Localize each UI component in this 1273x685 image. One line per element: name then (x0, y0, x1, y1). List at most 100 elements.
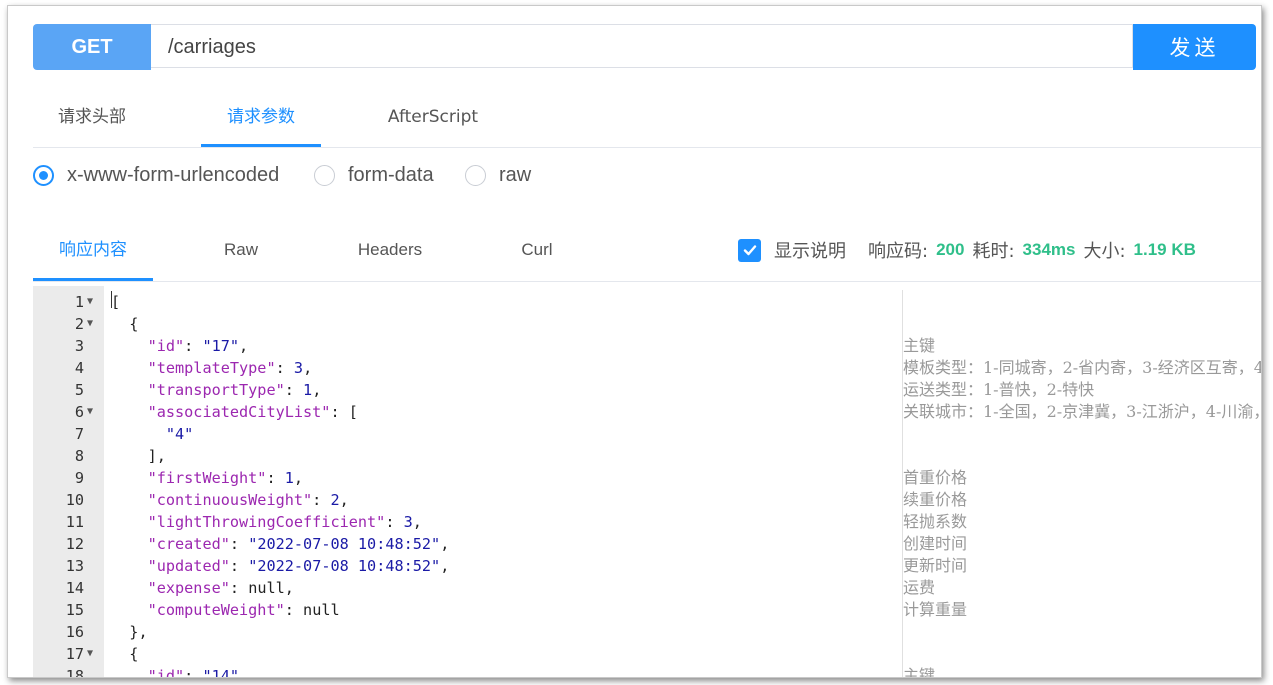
radio-urlencoded[interactable]: x-www-form-urlencoded (33, 164, 279, 187)
code-text: "id": "17", (147, 337, 249, 355)
code-text: ], (147, 447, 166, 465)
send-button[interactable]: 发送 (1133, 24, 1256, 70)
tab-headers[interactable]: Headers (340, 228, 440, 281)
code-line: 4 "templateType": 3, 模板类型：1-同城寄，2-省内寄，3-经… (33, 357, 1261, 379)
show-description-label: 显示说明 (774, 241, 846, 262)
code-line: 13 "updated": "2022-07-08 10:48:52", 更新时间 (33, 555, 1261, 577)
code-text: "transportType": 1, (147, 381, 322, 399)
line-number: 2 (74, 315, 84, 333)
line-number: 8 (74, 447, 84, 465)
time-label: 耗时: (972, 241, 1015, 262)
line-number: 10 (65, 491, 84, 509)
url-input[interactable]: /carriages (151, 24, 1133, 68)
code-text: { (129, 645, 139, 663)
code-text: [ (111, 293, 121, 311)
field-description: 首重价格 (903, 468, 968, 487)
fold-arrow-icon[interactable]: ▼ (87, 313, 93, 335)
code-text: }, (129, 623, 148, 641)
time-value: 334ms (1022, 240, 1076, 259)
tab-afterscript[interactable]: AfterScript (373, 94, 493, 147)
code-line: 10 "continuousWeight": 2, 续重价格 (33, 489, 1261, 511)
field-description: 轻抛系数 (903, 512, 968, 531)
line-number: 1 (74, 293, 84, 311)
show-description-checkbox[interactable] (738, 238, 761, 262)
code-line: 12 "created": "2022-07-08 10:48:52", 创建时间 (33, 533, 1261, 555)
field-description: 更新时间 (903, 556, 968, 575)
code-text: "id": "14", (147, 667, 249, 678)
code-line: 16 }, (33, 621, 1261, 643)
status-code-label: 响应码: (868, 241, 929, 262)
line-number: 12 (65, 535, 84, 553)
code-text: { (129, 315, 139, 333)
fold-arrow-icon[interactable]: ▼ (87, 401, 93, 423)
code-text: "4" (165, 425, 194, 443)
status-code: 200 (936, 240, 965, 259)
radio-label: x-www-form-urlencoded (67, 164, 280, 186)
request-tabs: 请求头部 请求参数 AfterScript (33, 94, 1261, 148)
code-line: 1 ▼ [ (33, 291, 1261, 313)
line-number: 16 (65, 623, 84, 641)
code-line: 17 ▼ { (33, 643, 1261, 665)
radio-checked-icon[interactable] (33, 165, 54, 186)
code-text: "expense": null, (147, 579, 294, 597)
line-number: 13 (65, 557, 84, 575)
code-line: 5 "transportType": 1, 运送类型：1-普快，2-特快 (33, 379, 1261, 401)
method-selector[interactable]: GET (33, 24, 151, 70)
tab-response-content[interactable]: 响应内容 (33, 228, 153, 281)
code-line: 7 "4" (33, 423, 1261, 445)
line-number: 5 (74, 381, 84, 399)
field-description: 关联城市：1-全国，2-京津冀，3-江浙沪，4-川渝，5-黑吉辽 (903, 402, 1261, 421)
radio-unchecked-icon[interactable] (314, 165, 335, 186)
code-line: 11 "lightThrowingCoefficient": 3, 轻抛系数 (33, 511, 1261, 533)
code-text: "lightThrowingCoefficient": 3, (147, 513, 422, 531)
response-status: 显示说明 响应码: 200 耗时: 334ms 大小: 1.19 KB (738, 236, 1204, 264)
code-text: "firstWeight": 1, (147, 469, 304, 487)
line-number: 11 (65, 513, 84, 531)
code-text: "associatedCityList": [ (147, 403, 358, 421)
response-tabs: 响应内容 Raw Headers Curl 显示说明 响应码: 200 耗时: … (33, 228, 1261, 282)
line-number: 6 (74, 403, 84, 421)
radio-raw[interactable]: raw (465, 164, 531, 187)
tab-request-params[interactable]: 请求参数 (201, 94, 321, 147)
code-line: 15 "computeWeight": null 计算重量 (33, 599, 1261, 621)
check-icon (743, 245, 756, 256)
radio-form-data[interactable]: form-data (314, 164, 434, 187)
response-code-editor[interactable]: 1 ▼[2 ▼ {3 "id": "17", 主键 4 "templateType": … (33, 286, 1261, 678)
tab-curl[interactable]: Curl (487, 228, 587, 281)
line-number: 17 (65, 645, 84, 663)
line-number: 4 (74, 359, 84, 377)
radio-label: form-data (348, 164, 434, 186)
size-value: 1.19 KB (1133, 240, 1196, 259)
fold-arrow-icon[interactable]: ▼ (87, 643, 93, 665)
radio-unchecked-icon[interactable] (465, 165, 486, 186)
code-line: 9 "firstWeight": 1, 首重价格 (33, 467, 1261, 489)
field-description: 创建时间 (903, 534, 968, 553)
line-number: 7 (74, 425, 84, 443)
code-line: 2 ▼ { (33, 313, 1261, 335)
code-text: "continuousWeight": 2, (147, 491, 349, 509)
line-number: 14 (65, 579, 84, 597)
field-description: 续重价格 (903, 490, 968, 509)
line-number: 15 (65, 601, 84, 619)
field-description: 主键 (903, 666, 936, 678)
field-description: 模板类型：1-同城寄，2-省内寄，3-经济区互寄，4-跨省 (903, 358, 1261, 377)
code-text: "created": "2022-07-08 10:48:52", (147, 535, 450, 553)
line-number: 18 (65, 667, 84, 678)
line-number: 3 (74, 337, 84, 355)
field-description: 运费 (903, 578, 936, 597)
tab-raw[interactable]: Raw (191, 228, 291, 281)
field-description: 主键 (903, 336, 936, 355)
code-text: "computeWeight": null (147, 601, 340, 619)
line-number: 9 (74, 469, 84, 487)
code-line: 18 "id": "14", 主键 (33, 665, 1261, 678)
code-line: 6 ▼ "associatedCityList": [ 关联城市：1-全国，2-京津… (33, 401, 1261, 423)
url-bar: GET /carriages 发送 (33, 24, 1256, 70)
size-label: 大小: (1083, 241, 1126, 262)
field-description: 计算重量 (903, 600, 968, 619)
code-line: 3 "id": "17", 主键 (33, 335, 1261, 357)
tab-request-headers[interactable]: 请求头部 (33, 94, 151, 147)
code-line: 8 ], (33, 445, 1261, 467)
fold-arrow-icon[interactable]: ▼ (87, 291, 93, 313)
field-description: 运送类型：1-普快，2-特快 (903, 380, 1095, 399)
code-text: "templateType": 3, (147, 359, 313, 377)
